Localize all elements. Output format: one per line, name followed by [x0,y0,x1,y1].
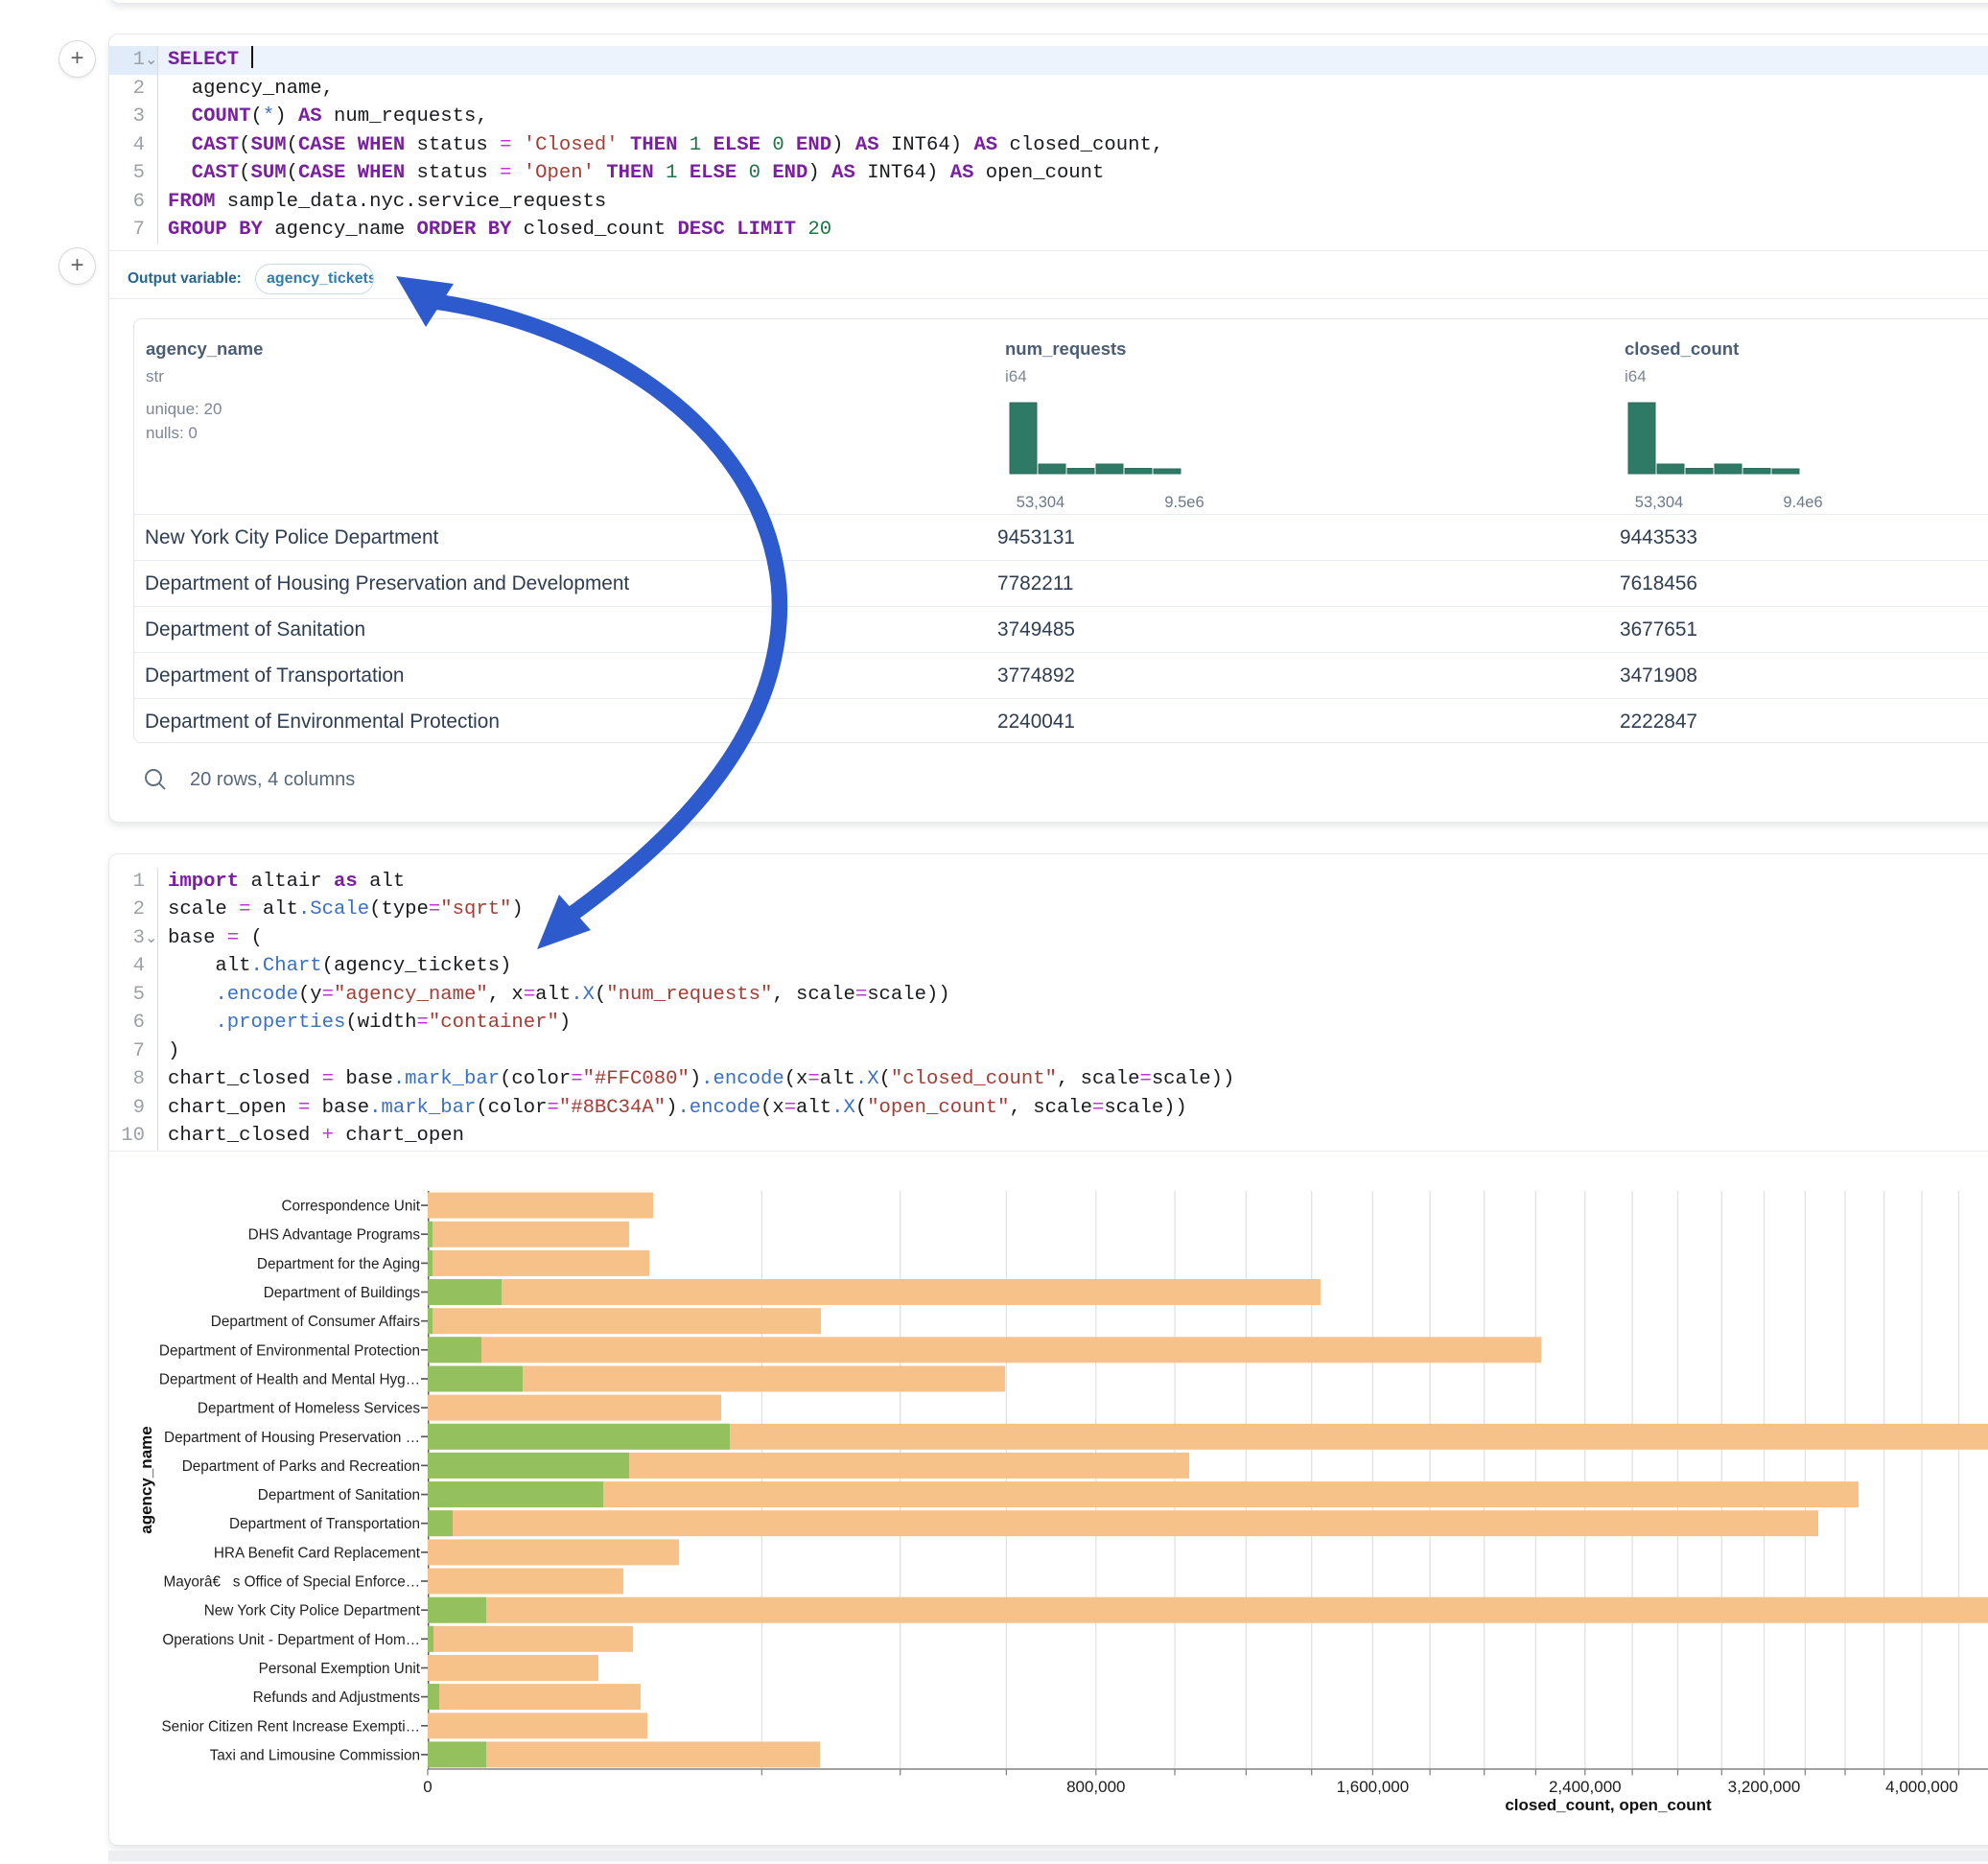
svg-text:closed_count, open_count: closed_count, open_count [1505,1796,1712,1814]
svg-text:1,600,000: 1,600,000 [1337,1778,1410,1796]
svg-text:9.5e6: 9.5e6 [1164,494,1204,511]
svg-text:HRA Benefit Card Replacement: HRA Benefit Card Replacement [214,1545,421,1561]
svg-text:Department for the Aging: Department for the Aging [257,1256,420,1272]
svg-text:Department of Health and Menta: Department of Health and Mental Hyg… [159,1372,420,1388]
svg-text:Department of Buildings: Department of Buildings [264,1285,421,1301]
svg-text:Department of Parks and Recrea: Department of Parks and Recreation [182,1458,420,1475]
svg-text:0: 0 [423,1778,432,1796]
svg-text:Department of Sanitation: Department of Sanitation [258,1487,420,1503]
svg-text:agency_name: agency_name [137,1426,155,1533]
svg-text:Refunds and Adjustments: Refunds and Adjustments [253,1689,421,1706]
svg-text:Correspondence Unit: Correspondence Unit [281,1199,420,1215]
svg-text:53,304: 53,304 [1635,494,1683,511]
svg-text:800,000: 800,000 [1066,1778,1125,1796]
svg-text:4,000,000: 4,000,000 [1885,1778,1958,1796]
svg-text:New York City Police Departmen: New York City Police Department [204,1603,421,1619]
svg-text:Senior Citizen Rent Increase E: Senior Citizen Rent Increase Exempti… [161,1718,420,1735]
svg-text:9.4e6: 9.4e6 [1783,494,1822,511]
svg-text:53,304: 53,304 [1017,494,1064,511]
svg-text:Taxi and Limousine Commission: Taxi and Limousine Commission [210,1747,420,1763]
svg-text:Personal Exemption Unit: Personal Exemption Unit [259,1661,421,1677]
svg-text:DHS Advantage Programs: DHS Advantage Programs [248,1227,421,1244]
svg-text:Operations Unit - Department o: Operations Unit - Department of Hom… [162,1632,420,1648]
svg-text:2,400,000: 2,400,000 [1549,1778,1622,1796]
svg-text:3,200,000: 3,200,000 [1728,1778,1801,1796]
svg-text:Department of Housing Preserva: Department of Housing Preservation … [164,1430,420,1446]
svg-text:Department of Consumer Affairs: Department of Consumer Affairs [211,1314,421,1330]
svg-text:Mayorâ€ s Office of Special: Mayorâ€ s Office of Special Enforce… [163,1574,420,1591]
svg-text:Department of Homeless Service: Department of Homeless Services [198,1401,420,1417]
svg-text:Department of Environmental Pr: Department of Environmental Protection [159,1342,420,1359]
svg-text:Department of Transportation: Department of Transportation [229,1516,420,1532]
